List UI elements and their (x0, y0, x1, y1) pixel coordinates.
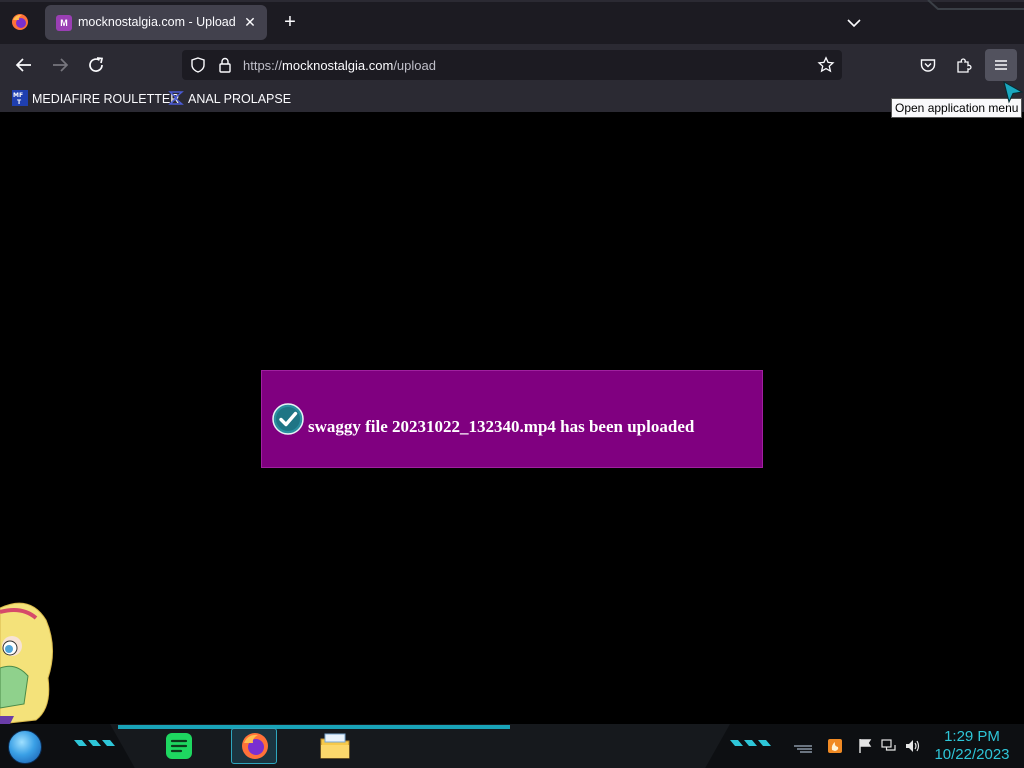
desktop-mascot-character (0, 602, 53, 724)
close-tab-icon[interactable]: ✕ (241, 13, 259, 31)
tab-strip: M mocknostalgia.com - Upload ✕ + (0, 0, 1024, 44)
application-menu-button[interactable] (985, 49, 1017, 81)
clock-time: 1:29 PM (944, 728, 1000, 745)
taskbar-spotify[interactable] (157, 728, 203, 764)
sigma-icon (168, 91, 184, 105)
upload-success-notice: swaggy file 20231022_132340.mp4 has been… (261, 370, 763, 468)
back-arrow-icon[interactable] (11, 52, 37, 78)
pocket-icon[interactable] (919, 56, 937, 74)
hamburger-menu-icon (995, 60, 1007, 70)
taskbar: 1:29 PM 10/22/2023 (0, 724, 1024, 768)
taskbar-firefox[interactable] (231, 728, 277, 764)
taskbar-file-explorer[interactable] (312, 728, 358, 764)
site-favicon: M (56, 15, 72, 31)
mediafire-icon: MF T (12, 90, 28, 106)
tracking-protection-shield-icon[interactable] (189, 56, 207, 74)
address-bar[interactable]: https://mocknostalgia.com/upload (182, 50, 842, 80)
firefox-view-icon[interactable] (10, 12, 30, 32)
upload-message: swaggy file 20231022_132340.mp4 has been… (308, 417, 695, 436)
decorative-chevrons-left (74, 740, 115, 746)
system-clock[interactable]: 1:29 PM 10/22/2023 (926, 728, 1018, 764)
padlock-icon[interactable] (216, 56, 234, 74)
window-top-edge (0, 0, 1024, 2)
flame-icon[interactable] (827, 738, 843, 754)
bookmark-label: MEDIAFIRE ROULETTER (32, 92, 180, 106)
reload-icon[interactable] (83, 52, 109, 78)
url-path: /upload (393, 58, 436, 73)
forward-arrow-icon[interactable] (47, 52, 73, 78)
mouse-cursor-icon (1003, 81, 1024, 104)
page-viewport: swaggy file 20231022_132340.mp4 has been… (0, 112, 1024, 724)
bookmark-anal-prolapse[interactable]: ANAL PROLAPSE (168, 90, 291, 108)
volume-icon[interactable] (905, 738, 921, 754)
network-icon[interactable] (881, 738, 897, 754)
svg-text:MF: MF (13, 92, 23, 99)
tab-title: mocknostalgia.com - Upload (78, 15, 236, 29)
url-text[interactable]: https://mocknostalgia.com/upload (243, 58, 436, 73)
decorative-chevrons-right (730, 740, 771, 746)
tab-upload[interactable]: M mocknostalgia.com - Upload ✕ (45, 5, 267, 40)
start-button[interactable] (8, 730, 42, 764)
bookmark-mediafire-rouletter[interactable]: MF T MEDIAFIRE ROULETTER (12, 90, 179, 108)
file-explorer-icon (320, 733, 350, 759)
spotify-icon (166, 733, 192, 759)
clock-date: 10/22/2023 (934, 746, 1010, 763)
taskbar-center-band (110, 724, 730, 768)
url-scheme: https:// (243, 58, 283, 73)
bookmark-label: ANAL PROLAPSE (188, 92, 292, 106)
action-center-flag-icon[interactable] (857, 738, 873, 754)
window-frame-decoration (927, 0, 1024, 10)
show-hidden-icons-icon[interactable] (792, 738, 814, 754)
bookmark-star-icon[interactable] (817, 56, 835, 74)
firefox-icon (242, 733, 268, 759)
bookmarks-toolbar: MF T MEDIAFIRE ROULETTER ANAL PROLAPSE (0, 86, 1024, 112)
new-tab-button[interactable]: + (279, 11, 301, 33)
extensions-puzzle-icon[interactable] (955, 56, 973, 74)
list-all-tabs-chevron-icon[interactable] (843, 12, 865, 34)
checkmark-icon (272, 403, 304, 435)
navigation-toolbar: https://mocknostalgia.com/upload (0, 44, 1024, 86)
url-domain: mocknostalgia.com (282, 58, 394, 73)
